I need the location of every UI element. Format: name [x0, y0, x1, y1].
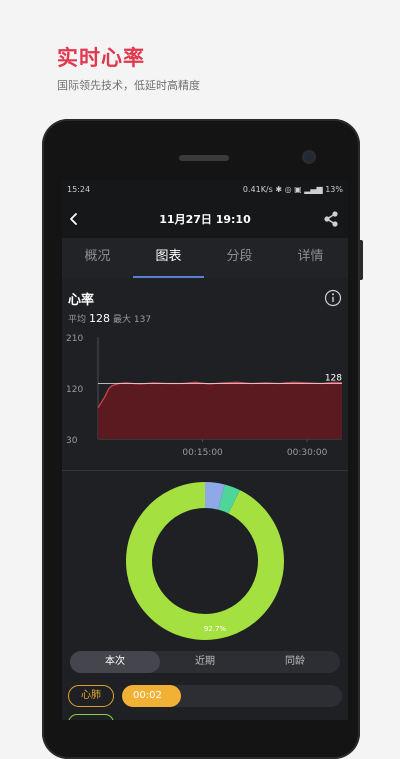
heart-rate-chart: 210 120 30 00:15:00 00:30:00 128 [66, 334, 342, 458]
phone-speaker [179, 155, 229, 161]
tab-segments[interactable]: 分段 [204, 238, 275, 278]
promo-subtitle: 国际领先技术，低延时高精度 [57, 79, 200, 92]
heart-rate-stats: 平均 128 最大 137 [68, 312, 151, 325]
segment-same-age[interactable]: 同龄 [250, 651, 340, 673]
x-tick-label: 00:15:00 [182, 448, 223, 458]
zone-label: 心肺 [68, 685, 114, 707]
average-reference-label: 128 [325, 373, 342, 383]
tab-chart[interactable]: 图表 [133, 238, 204, 278]
status-time: 15:24 [67, 185, 91, 194]
page-title: 11月27日 19:10 [159, 213, 251, 226]
y-tick-label: 210 [66, 334, 83, 344]
y-tick-label: 120 [66, 385, 83, 395]
segment-current[interactable]: 本次 [70, 651, 160, 673]
x-tick-label: 00:30:00 [287, 448, 328, 458]
share-icon[interactable] [322, 210, 340, 228]
heart-rate-area [98, 382, 342, 439]
tab-active-indicator [133, 276, 204, 278]
zone-label-next [68, 714, 114, 720]
tab-bar: 概况 图表 分段 详情 [62, 238, 348, 278]
promo-title: 实时心率 [57, 46, 145, 70]
zone-row: 心肺 00:02 [68, 685, 342, 709]
heart-rate-title: 心率 [68, 293, 95, 308]
section-divider [62, 470, 348, 471]
max-text: 最大 137 [113, 315, 152, 325]
nav-bar: 11月27日 19:10 [62, 200, 348, 238]
info-icon[interactable] [324, 289, 342, 307]
donut-slice-label: 92.7% [204, 625, 227, 633]
period-selector: 本次 近期 同龄 [70, 651, 340, 673]
donut-slice [217, 484, 240, 514]
tab-overview[interactable]: 概况 [62, 238, 133, 278]
avg-label: 平均 [68, 315, 87, 325]
zone-donut-chart: 92.7% [126, 481, 284, 640]
tab-details[interactable]: 详情 [275, 238, 346, 278]
avg-value: 128 [89, 312, 111, 325]
app-screen: 15:24 0.41K/s ✱ ◎ ▣ ▂▄▆ 13% 11月27日 19:10… [62, 180, 348, 720]
y-tick-label: 30 [66, 436, 78, 446]
phone-camera [304, 152, 314, 162]
donut-slice [204, 481, 225, 510]
zone-bar: 00:02 [122, 685, 181, 707]
status-indicators: 0.41K/s ✱ ◎ ▣ ▂▄▆ 13% [242, 185, 343, 194]
phone-side-button [360, 240, 363, 280]
donut-slice [126, 482, 284, 640]
segment-recent[interactable]: 近期 [160, 651, 250, 673]
status-bar: 15:24 0.41K/s ✱ ◎ ▣ ▂▄▆ 13% [62, 180, 348, 200]
